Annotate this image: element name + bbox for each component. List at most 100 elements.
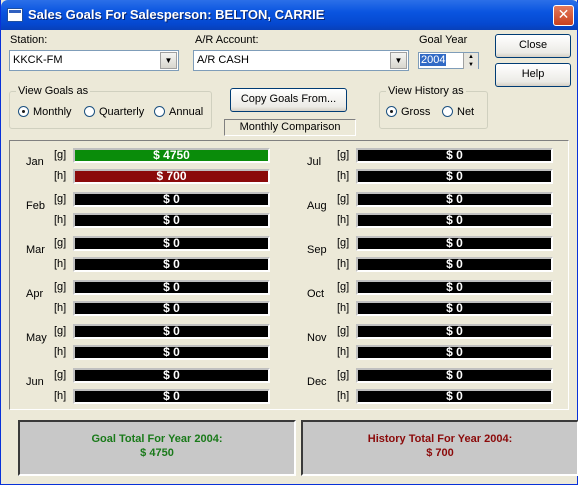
jan-goal-bar[interactable]: $ 4750 [73,148,270,163]
close-button[interactable]: Close [495,34,571,58]
radio-monthly[interactable]: Monthly [18,106,72,118]
aug-history-bar[interactable]: $ 0 [356,213,553,228]
goal-total-panel: Goal Total For Year 2004: $ 4750 [18,420,296,476]
may-history-bar[interactable]: $ 0 [73,345,270,360]
jul-goal-bar[interactable]: $ 0 [356,148,553,163]
goal-total-value: $ 4750 [140,447,174,459]
history-row-tag: [h] [54,346,67,358]
goal-row-tag: [g] [54,237,67,249]
month-label: Aug [307,200,327,212]
jun-history-bar[interactable]: $ 0 [73,389,270,404]
chevron-down-icon[interactable]: ▼ [390,52,407,69]
goal-row-tag: [g] [337,325,350,337]
goal-total-label: Goal Total For Year 2004: [91,433,223,445]
nov-goal-bar[interactable]: $ 0 [356,324,553,339]
apr-history-bar[interactable]: $ 0 [73,301,270,316]
oct-goal-bar[interactable]: $ 0 [356,280,553,295]
radio-selected-icon [18,106,29,117]
jun-goal-bar[interactable]: $ 0 [73,368,270,383]
aug-goal-bar[interactable]: $ 0 [356,192,553,207]
apr-goal-bar[interactable]: $ 0 [73,280,270,295]
copy-goals-button[interactable]: Copy Goals From... [230,88,347,112]
month-label: Dec [307,376,327,388]
goal-row-tag: [g] [54,149,67,161]
title-bar: Sales Goals For Salesperson: BELTON, CAR… [1,0,578,30]
station-label: Station: [10,34,48,46]
history-row-tag: [h] [337,390,350,402]
history-total-value: $ 700 [426,447,454,459]
jul-history-bar[interactable]: $ 0 [356,169,553,184]
window-title: Sales Goals For Salesperson: BELTON, CAR… [28,7,325,22]
month-label: Oct [307,288,325,300]
history-row-tag: [h] [337,346,350,358]
station-value: KKCK-FM [13,54,63,66]
view-history-title: View History as [386,85,466,97]
sep-goal-bar[interactable]: $ 0 [356,236,553,251]
history-row-tag: [h] [54,302,67,314]
goal-year-label: Goal Year [419,34,468,46]
history-row-tag: [h] [54,258,67,270]
history-row-tag: [h] [54,170,67,182]
view-history-group: View History as Gross Net [379,85,488,129]
history-row-tag: [h] [54,214,67,226]
nov-history-bar[interactable]: $ 0 [356,345,553,360]
goal-row-tag: [g] [54,325,67,337]
month-label: Jan [26,156,44,168]
spin-up-icon[interactable]: ▲ [463,53,478,61]
dec-goal-bar[interactable]: $ 0 [356,368,553,383]
history-row-tag: [h] [337,258,350,270]
jan-history-bar[interactable]: $ 700 [73,169,270,184]
window-close-button[interactable]: ✕ [553,5,574,26]
may-goal-bar[interactable]: $ 0 [73,324,270,339]
ar-account-select[interactable]: A/R CASH ▼ [193,50,409,71]
history-row-tag: [h] [337,302,350,314]
month-label: Sep [307,244,327,256]
goal-row-tag: [g] [54,193,67,205]
mar-goal-bar[interactable]: $ 0 [73,236,270,251]
radio-icon [442,106,453,117]
radio-net[interactable]: Net [442,106,474,118]
month-label: May [26,332,47,344]
sep-history-bar[interactable]: $ 0 [356,257,553,272]
station-select[interactable]: KKCK-FM ▼ [9,50,179,71]
history-total-panel: History Total For Year 2004: $ 700 [301,420,578,476]
history-row-tag: [h] [337,214,350,226]
ar-account-label: A/R Account: [195,34,259,46]
goal-row-tag: [g] [54,281,67,293]
view-goals-group: View Goals as Monthly Quarterly Annual [9,85,212,129]
feb-history-bar[interactable]: $ 0 [73,213,270,228]
goal-row-tag: [g] [337,193,350,205]
dec-history-bar[interactable]: $ 0 [356,389,553,404]
radio-icon [84,106,95,117]
sales-goals-window: Sales Goals For Salesperson: BELTON, CAR… [0,0,578,485]
month-label: Feb [26,200,45,212]
goal-year-spinner[interactable]: 2004 ▲ ▼ [418,52,479,69]
radio-icon [154,106,165,117]
mar-history-bar[interactable]: $ 0 [73,257,270,272]
goal-row-tag: [g] [337,281,350,293]
history-row-tag: [h] [54,390,67,402]
goal-row-tag: [g] [337,369,350,381]
spin-down-icon[interactable]: ▼ [463,61,478,69]
feb-goal-bar[interactable]: $ 0 [73,192,270,207]
app-icon [7,8,23,22]
help-button[interactable]: Help [495,63,571,87]
chevron-down-icon[interactable]: ▼ [160,52,177,69]
goal-row-tag: [g] [337,149,350,161]
view-goals-title: View Goals as [16,85,91,97]
radio-annual[interactable]: Annual [154,106,203,118]
month-label: Apr [26,288,44,300]
month-label: Nov [307,332,327,344]
history-row-tag: [h] [337,170,350,182]
oct-history-bar[interactable]: $ 0 [356,301,553,316]
month-label: Mar [26,244,45,256]
radio-selected-icon [386,106,397,117]
goal-year-value[interactable]: 2004 [420,54,447,66]
ar-account-value: A/R CASH [197,54,249,66]
history-total-label: History Total For Year 2004: [367,433,513,445]
month-label: Jul [307,156,322,168]
radio-gross[interactable]: Gross [386,106,430,118]
radio-quarterly[interactable]: Quarterly [84,106,144,118]
goal-row-tag: [g] [337,237,350,249]
goal-row-tag: [g] [54,369,67,381]
